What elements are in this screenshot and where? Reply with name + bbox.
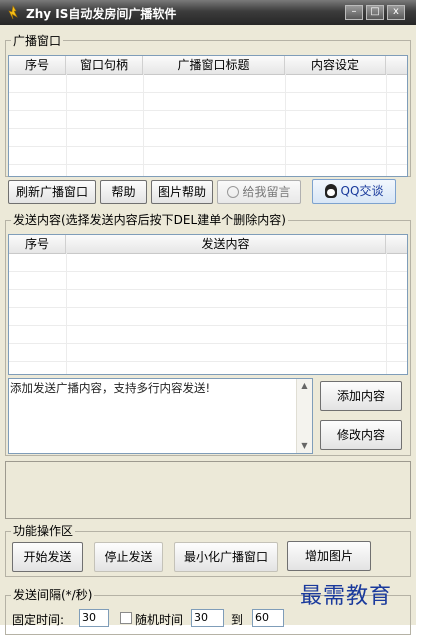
app-icon bbox=[8, 5, 18, 20]
column-header-title[interactable]: 广播窗口标题 bbox=[143, 56, 285, 74]
grid-line bbox=[9, 325, 407, 326]
grid-line bbox=[9, 164, 407, 165]
broadcast-list-header: 序号 窗口句柄 广播窗口标题 内容设定 bbox=[9, 56, 407, 75]
refresh-broadcast-window-button[interactable]: 刷新广播窗口 bbox=[8, 180, 96, 204]
column-header-send-content[interactable]: 发送内容 bbox=[66, 235, 386, 253]
grid-line bbox=[143, 74, 144, 176]
random-from-input[interactable]: 30 bbox=[191, 609, 224, 627]
grid-line bbox=[285, 74, 286, 176]
qq-chat-button[interactable]: QQ交谈 bbox=[312, 179, 396, 204]
content-editor-text: 添加发送广播内容，支持多行内容发送! bbox=[10, 381, 211, 395]
help-button[interactable]: 帮助 bbox=[100, 180, 147, 204]
grid-line bbox=[386, 74, 387, 176]
maximize-button[interactable]: □ bbox=[366, 5, 384, 20]
grid-line bbox=[66, 74, 67, 176]
random-time-checkbox[interactable] bbox=[120, 612, 132, 624]
minimize-button[interactable]: – bbox=[345, 5, 363, 20]
qq-penguin-icon bbox=[324, 184, 337, 198]
start-sending-button[interactable]: 开始发送 bbox=[12, 542, 83, 572]
grid-line bbox=[9, 361, 407, 362]
broadcast-window-list[interactable]: 序号 窗口句柄 广播窗口标题 内容设定 bbox=[8, 55, 408, 177]
column-header-index[interactable]: 序号 bbox=[9, 235, 66, 253]
status-panel bbox=[5, 461, 411, 519]
close-button[interactable]: x bbox=[387, 5, 405, 20]
send-list-header: 序号 发送内容 bbox=[9, 235, 407, 254]
grid-line bbox=[9, 110, 407, 111]
grid-line bbox=[9, 92, 407, 93]
leave-message-button[interactable]: 给我留言 bbox=[217, 180, 301, 204]
qq-chat-label: QQ交谈 bbox=[340, 184, 384, 198]
grid-line bbox=[9, 343, 407, 344]
app-window: Zhy IS自动发房间广播软件 – □ x 广播窗口 序号 窗口句柄 广播窗口标… bbox=[0, 0, 416, 635]
editor-scrollbar[interactable]: ▲ ▼ bbox=[296, 379, 312, 453]
column-header-index[interactable]: 序号 bbox=[9, 56, 66, 74]
fixed-time-label: 固定时间: bbox=[12, 613, 65, 627]
to-label: 到 bbox=[231, 613, 244, 627]
random-time-label: 随机时间 bbox=[135, 613, 184, 627]
column-header-handle[interactable]: 窗口句柄 bbox=[66, 56, 143, 74]
add-image-button[interactable]: 增加图片 bbox=[287, 541, 371, 571]
grid-line bbox=[9, 128, 407, 129]
window-title: Zhy IS自动发房间广播软件 bbox=[26, 7, 177, 21]
grid-line bbox=[9, 307, 407, 308]
grid-line bbox=[9, 289, 407, 290]
grid-line bbox=[9, 271, 407, 272]
send-content-group-label: 发送内容(选择发送内容后按下DEL建单个删除内容) bbox=[11, 211, 288, 228]
random-to-input[interactable]: 60 bbox=[252, 609, 284, 627]
scroll-down-arrow-icon[interactable]: ▼ bbox=[297, 439, 312, 453]
interval-group-label: 发送间隔(*/秒) bbox=[11, 586, 95, 603]
image-help-button[interactable]: 图片帮助 bbox=[151, 180, 213, 204]
send-content-list[interactable]: 序号 发送内容 bbox=[8, 234, 408, 375]
function-group-label: 功能操作区 bbox=[11, 522, 76, 539]
broadcast-window-group-label: 广播窗口 bbox=[11, 32, 64, 49]
watermark-text: 最需教育 bbox=[300, 584, 393, 609]
leave-message-label: 给我留言 bbox=[242, 185, 291, 199]
content-editor[interactable]: 添加发送广播内容，支持多行内容发送! ▲ ▼ bbox=[8, 378, 313, 454]
title-bar[interactable]: Zhy IS自动发房间广播软件 – □ x bbox=[0, 0, 416, 25]
scroll-up-arrow-icon[interactable]: ▲ bbox=[297, 379, 312, 393]
column-header-content-setting[interactable]: 内容设定 bbox=[285, 56, 386, 74]
modify-content-button[interactable]: 修改内容 bbox=[320, 420, 402, 450]
clock-icon bbox=[227, 186, 240, 198]
grid-line bbox=[9, 146, 407, 147]
minimize-broadcast-window-button[interactable]: 最小化广播窗口 bbox=[174, 542, 278, 572]
add-content-button[interactable]: 添加内容 bbox=[320, 381, 402, 411]
stop-sending-button[interactable]: 停止发送 bbox=[94, 542, 163, 572]
fixed-time-input[interactable]: 30 bbox=[79, 609, 109, 627]
